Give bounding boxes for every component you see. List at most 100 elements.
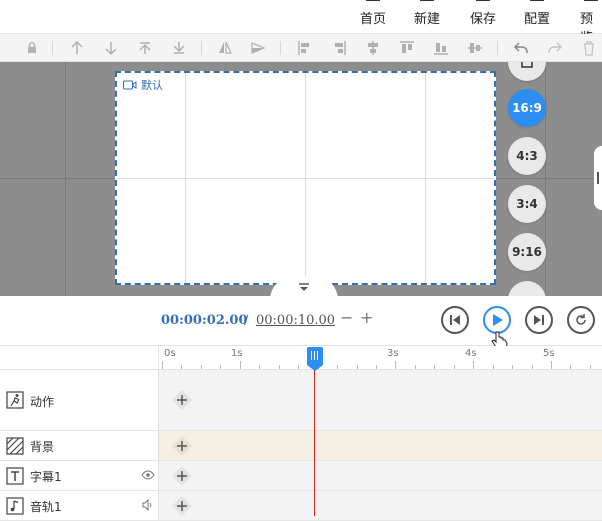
track-name-audio: 音轨1 (30, 500, 62, 514)
align-center-icon[interactable] (364, 39, 382, 57)
ruler-tick (473, 361, 475, 369)
ratio-option-hidden[interactable] (508, 62, 546, 81)
total-duration[interactable]: 00:00:10.00 (256, 313, 335, 328)
ruler-tick (492, 365, 494, 369)
align-top-icon[interactable] (398, 39, 416, 57)
square-icon (521, 62, 533, 68)
skip-next-button[interactable] (525, 306, 553, 334)
skip-previous-button[interactable] (441, 306, 469, 334)
edit-toolbar (0, 34, 602, 62)
menu-save-label: 保存 (470, 12, 497, 27)
replay-button[interactable] (567, 306, 595, 334)
video-canvas[interactable]: 默认 (115, 71, 496, 285)
track-body-subtitle[interactable] (159, 461, 602, 491)
playhead-handle[interactable] (307, 347, 323, 371)
track-label-subtitle[interactable]: 字幕1 (0, 461, 159, 491)
ratio-4-3-label: 4:3 (516, 149, 538, 163)
add-clip-icon[interactable] (172, 496, 192, 516)
ratio-9-16-label: 9:16 (512, 245, 542, 259)
move-top-icon[interactable] (136, 39, 154, 57)
eye-icon[interactable] (141, 470, 155, 480)
track-body-action[interactable] (159, 370, 602, 431)
flip-vertical-icon[interactable] (249, 39, 267, 57)
toolbar-divider (497, 41, 498, 55)
add-clip-icon[interactable] (172, 390, 192, 410)
ruler-tick (512, 365, 514, 369)
ruler-tick (434, 365, 436, 369)
toolbar-divider (52, 41, 53, 55)
track-label-background[interactable]: 背景 (0, 431, 159, 461)
redo-icon[interactable] (546, 39, 564, 57)
tick-label: 3s (387, 348, 399, 359)
ruler-tick (298, 365, 300, 369)
align-right-icon[interactable] (330, 39, 348, 57)
collapse-down-icon (299, 283, 309, 291)
track-body-background[interactable] (159, 431, 602, 461)
ruler-tick (414, 365, 416, 369)
camera-icon (123, 80, 137, 90)
volume-icon[interactable] (142, 499, 154, 511)
ratio-4-3-button[interactable]: 4:3 (508, 137, 546, 175)
ruler-tick (337, 365, 339, 369)
playhead-line (314, 360, 315, 516)
skip-previous-icon (450, 315, 460, 325)
delete-icon[interactable] (580, 39, 598, 57)
action-track-icon (6, 391, 24, 409)
track-label-action[interactable]: 动作 (0, 370, 159, 431)
track-body-audio[interactable] (159, 491, 602, 521)
ratio-scroll-up-button[interactable] (508, 281, 546, 296)
align-middle-icon[interactable] (432, 39, 450, 57)
ratio-16-9-button[interactable]: 16:9 (508, 89, 546, 127)
tick-label: 5s (543, 348, 555, 359)
play-icon (493, 314, 503, 326)
track-name-action: 动作 (30, 395, 55, 409)
track-label-audio[interactable]: 音轨1 (0, 491, 159, 521)
timeline-ruler[interactable]: 0s 1s 3s 4s 5s (159, 346, 602, 370)
move-down-icon[interactable] (102, 39, 120, 57)
ratio-3-4-button[interactable]: 3:4 (508, 185, 546, 223)
flip-horizontal-icon[interactable] (216, 39, 234, 57)
add-clip-icon[interactable] (172, 466, 192, 486)
ruler-tick (531, 365, 533, 369)
track-name-subtitle: 字幕1 (30, 470, 62, 484)
ruler-tick (356, 365, 358, 369)
menu-new[interactable]: 新建 (414, 0, 440, 27)
stage-grid-line (545, 62, 546, 296)
canvas-scene-label: 默认 (123, 77, 163, 93)
move-bottom-icon[interactable] (170, 39, 188, 57)
ruler-tick (589, 365, 591, 369)
menu-config[interactable]: 配置 (524, 0, 550, 27)
tick-label: 0s (164, 348, 176, 359)
decrease-duration-button[interactable]: − (340, 308, 353, 327)
undo-icon[interactable] (512, 39, 530, 57)
align-bottom-icon[interactable] (466, 39, 484, 57)
ruler-tick (570, 365, 572, 369)
increase-duration-button[interactable]: + (360, 308, 373, 327)
ruler-tick (453, 365, 455, 369)
ruler-tick (162, 361, 163, 369)
ratio-9-16-button[interactable]: 9:16 (508, 233, 546, 271)
menu-save[interactable]: 保存 (470, 0, 497, 27)
track-name-background: 背景 (30, 440, 55, 454)
lock-icon[interactable] (23, 39, 41, 57)
menu-home[interactable]: 首页 (360, 0, 387, 27)
canvas-label-text: 默认 (141, 79, 163, 92)
ruler-tick (551, 361, 552, 369)
ruler-tick (200, 365, 202, 369)
side-panel-handle[interactable] (594, 146, 602, 210)
ruler-tick (278, 365, 280, 369)
menu-home-label: 首页 (360, 12, 387, 27)
align-left-icon[interactable] (296, 39, 314, 57)
add-clip-icon[interactable] (172, 436, 192, 456)
canvas-stage: 默认 16:9 4:3 3:4 9:16 (0, 62, 602, 296)
music-track-icon (6, 497, 24, 515)
ruler-tick (375, 365, 377, 369)
text-track-icon (6, 467, 24, 485)
tick-label: 4s (465, 348, 477, 359)
toolbar-divider (280, 41, 281, 55)
ruler-tick (220, 365, 222, 369)
ruler-tick (259, 365, 261, 369)
ratio-3-4-label: 3:4 (516, 197, 538, 211)
skip-next-icon (534, 315, 544, 325)
move-up-icon[interactable] (68, 39, 86, 57)
